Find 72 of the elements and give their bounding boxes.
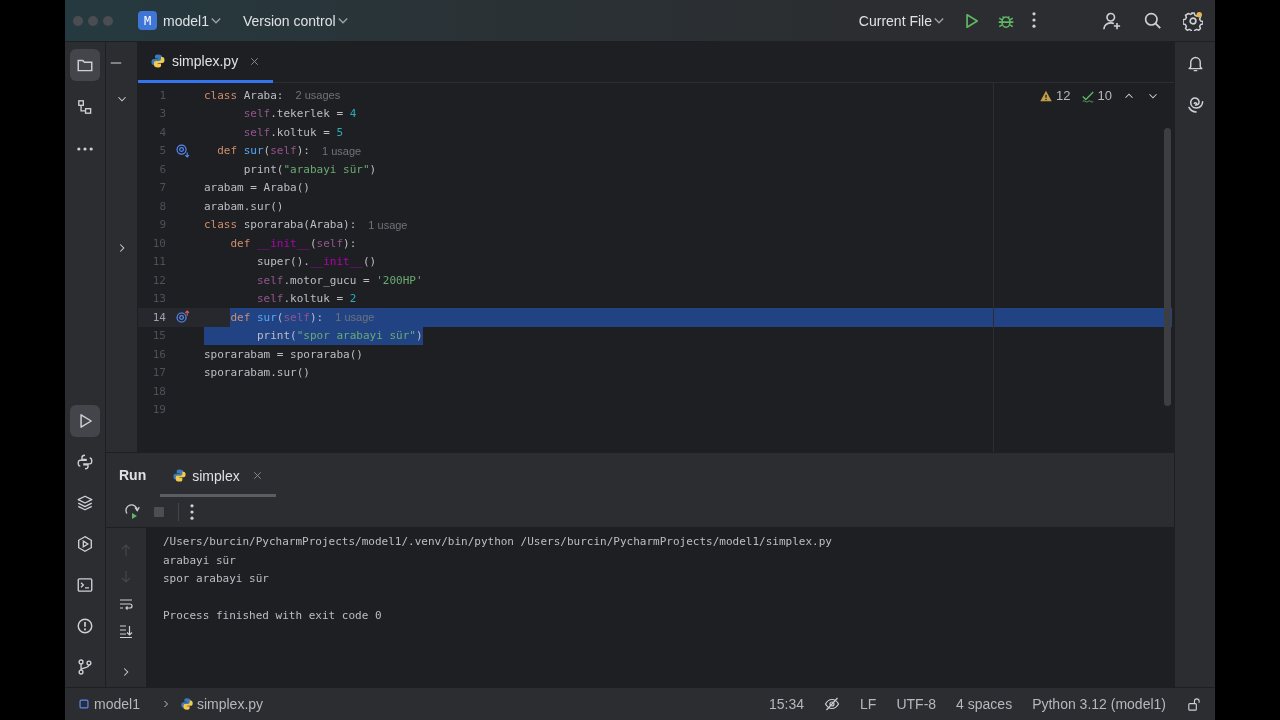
- code-line: class Araba:: [204, 88, 284, 102]
- code-line: print("arabayi sür"): [243, 162, 377, 176]
- indent-setting[interactable]: 4 spaces: [956, 696, 1013, 712]
- typos-indicator[interactable]: 10: [1080, 88, 1112, 103]
- chevron-down-icon: [337, 17, 348, 24]
- overriding-method-icon[interactable]: [175, 309, 190, 325]
- code-line: super().__init__(): [256, 255, 377, 269]
- search-icon[interactable]: [1143, 11, 1162, 30]
- python-file-icon: [179, 697, 194, 711]
- project-badge: M: [138, 11, 157, 30]
- tool-window-button[interactable]: [70, 405, 100, 437]
- settings-icon[interactable]: [1183, 10, 1203, 31]
- code-line: self.koltuk = 5: [243, 125, 344, 139]
- layers-icon: [76, 494, 94, 512]
- tool-window-button[interactable]: [70, 49, 100, 81]
- python-interpreter[interactable]: Python 3.12 (model1): [1032, 696, 1166, 712]
- chevron-down-icon: [210, 17, 221, 24]
- more-icon[interactable]: [1032, 11, 1036, 28]
- cursor-position[interactable]: 15:34: [769, 696, 805, 712]
- panel-title: Run: [119, 467, 147, 483]
- warnings-indicator[interactable]: 12: [1039, 88, 1071, 103]
- more-icon: [77, 147, 93, 151]
- code-line: def sur(self):: [230, 310, 324, 324]
- code-line: self.koltuk = 2: [256, 292, 357, 306]
- add-user-icon[interactable]: [1102, 10, 1122, 31]
- code-line: sporarabam = sporaraba(): [204, 347, 363, 361]
- run-configuration[interactable]: Current File: [854, 6, 948, 35]
- services-icon: [76, 535, 94, 553]
- overridden-method-icon[interactable]: [175, 143, 190, 159]
- python-console-icon: [76, 453, 94, 471]
- output-line: arabayi sür: [163, 552, 237, 569]
- project-selector[interactable]: M model1: [134, 6, 225, 35]
- code-line: def sur(self):: [217, 144, 310, 158]
- scroll-to-end-icon[interactable]: [118, 623, 134, 639]
- warning-count: 12: [1056, 88, 1071, 103]
- usage-hint[interactable]: 1 usage: [368, 218, 408, 231]
- usage-hint[interactable]: 2 usages: [295, 89, 341, 102]
- output-line: spor arabayi sür: [163, 571, 270, 587]
- exit-message: Process finished with exit code 0: [163, 608, 383, 624]
- python-file-icon: [150, 53, 166, 69]
- code-line: def __init__(self):: [230, 236, 357, 250]
- soft-wrap-icon[interactable]: [118, 596, 134, 612]
- command-line: /Users/burcin/PycharmProjects/model1/.venv/bin/python /Users/burcin/PycharmProjects/model1/simplex.py: [163, 534, 833, 550]
- line-number: 14: [151, 310, 166, 324]
- usage-hint[interactable]: 1 usage: [322, 144, 362, 157]
- problems-icon: [76, 617, 94, 635]
- rerun-icon[interactable]: [124, 504, 140, 520]
- more-icon[interactable]: [190, 504, 194, 520]
- chevron-down-icon: [934, 17, 944, 24]
- typo-count: 10: [1097, 88, 1112, 103]
- python-file-icon: [172, 468, 188, 483]
- file-encoding[interactable]: UTF-8: [896, 696, 937, 712]
- code-line: self.tekerlek = 4: [243, 107, 357, 121]
- unlocked-icon[interactable]: [1186, 696, 1201, 712]
- version-control-menu[interactable]: Version control: [238, 6, 352, 35]
- line-separator[interactable]: LF: [860, 696, 877, 712]
- breadcrumb[interactable]: model1: [77, 696, 140, 712]
- code-line: print("spor arabayi sür"): [256, 329, 423, 343]
- terminal-icon: [76, 576, 94, 594]
- code-line: arabam = Araba(): [204, 181, 310, 195]
- breadcrumb[interactable]: simplex.py: [179, 696, 264, 712]
- run-tab[interactable]: simplex: [160, 457, 276, 497]
- module-icon: [77, 697, 91, 711]
- code-line: class sporaraba(Araba):: [204, 218, 357, 232]
- code-line: arabam.sur(): [204, 199, 284, 213]
- scrollbar[interactable]: [1164, 128, 1171, 406]
- code-line: self.motor_gucu = '200HP': [256, 273, 423, 287]
- eye-slash-icon[interactable]: [824, 696, 841, 712]
- file-tab[interactable]: simplex.py: [138, 42, 274, 83]
- code-line: sporarabam.sur(): [204, 366, 310, 380]
- git-branch-icon: [76, 658, 94, 676]
- structure-icon: [76, 98, 94, 116]
